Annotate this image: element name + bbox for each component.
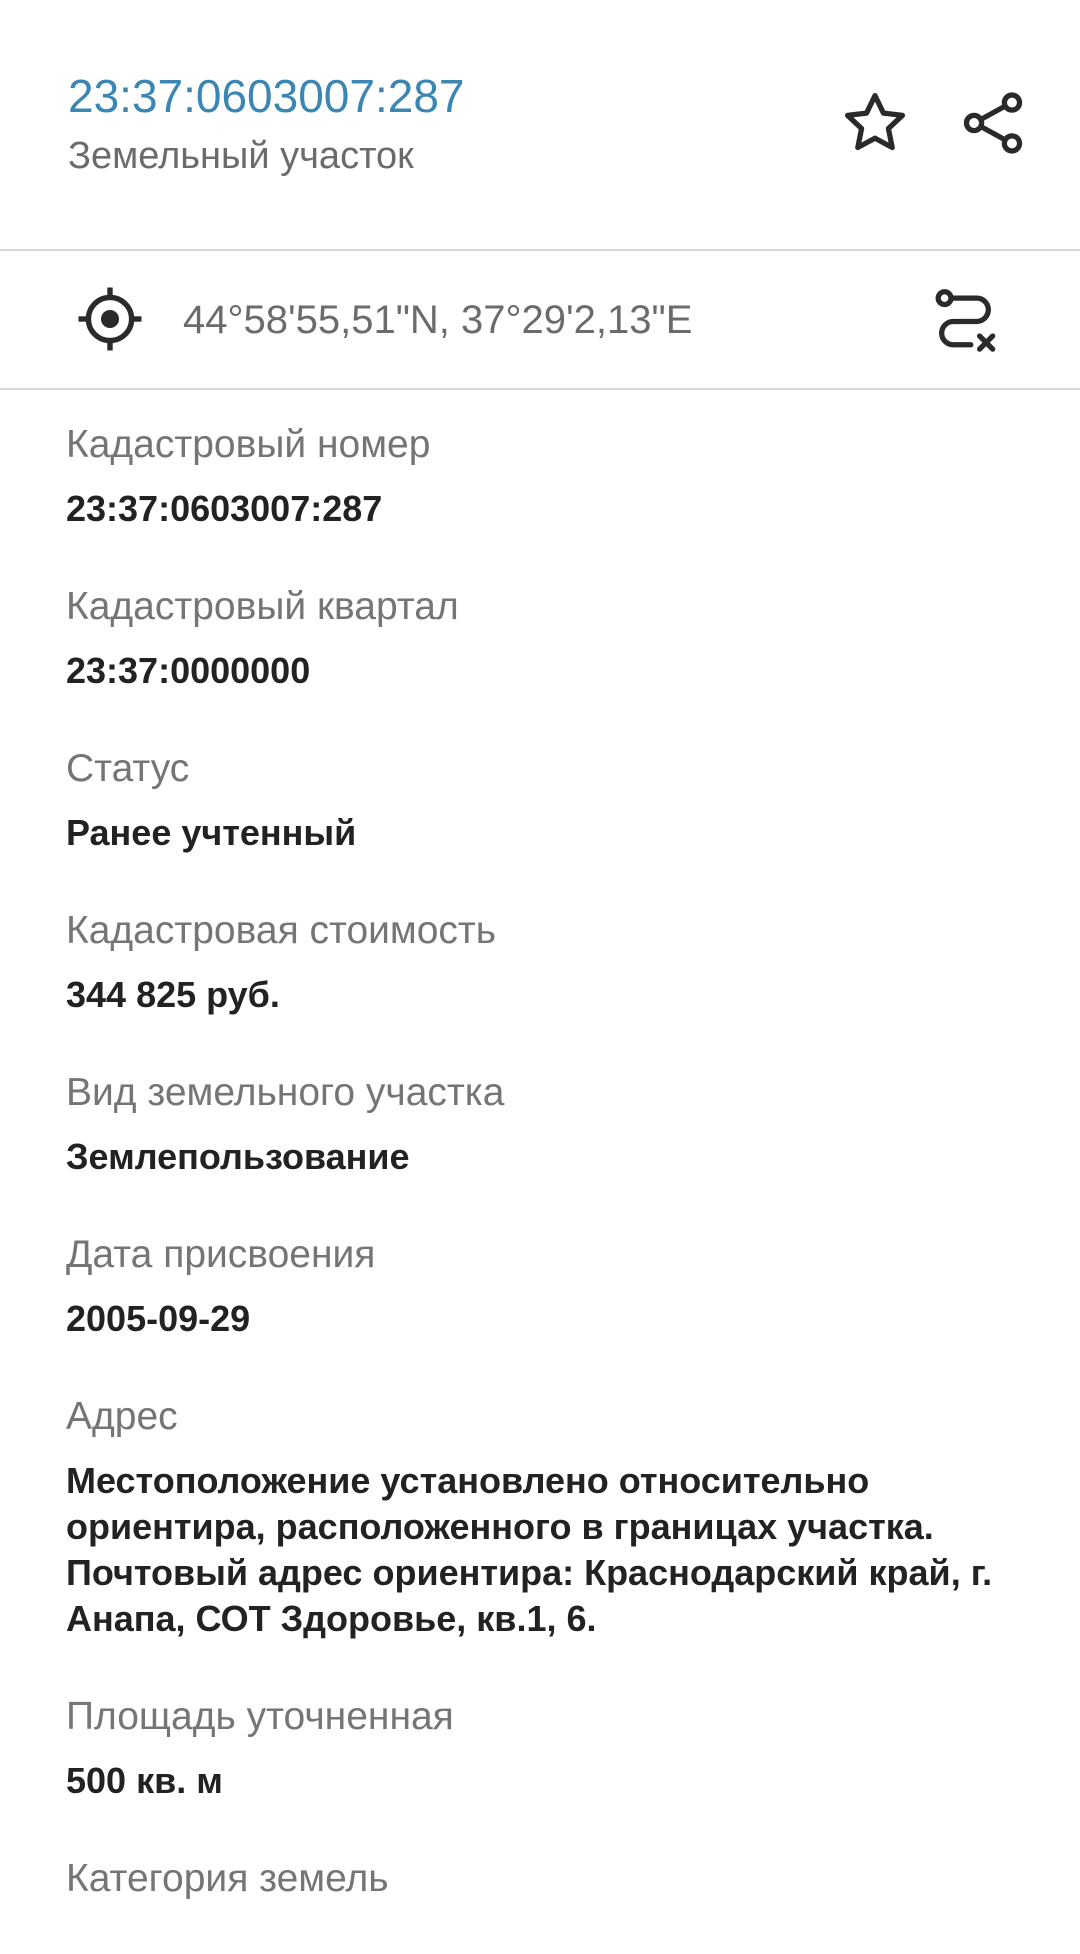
property-label: Кадастровый квартал [66,585,459,628]
property-address: Адрес Местоположение установлено относит… [66,1392,1046,1642]
property-label: Категория земель [66,1857,389,1900]
locate-button[interactable] [66,275,154,363]
property-label: Адрес [66,1395,178,1438]
property-value: 2005-09-29 [66,1298,251,1339]
coordinates-row: 44°58'55,51"N, 37°29'2,13"E [0,251,1080,388]
coordinates-text[interactable]: 44°58'55,51"N, 37°29'2,13"E [183,295,692,345]
property-label: Вид земельного участка [66,1071,505,1114]
favorite-button[interactable] [830,78,920,168]
route-clear-icon [935,289,996,352]
property-status: Статус Ранее учтенный [66,744,1046,856]
header: 23:37:0603007:287 Земельный участок [0,0,1080,250]
property-cadastral-number: Кадастровый номер 23:37:0603007:287 [66,420,1046,532]
property-land-category: Категория земель [66,1854,1046,1904]
property-value: Местоположение установлено относительно … [66,1460,993,1639]
share-button[interactable] [948,78,1038,168]
property-label: Кадастровый номер [66,423,431,466]
property-value: 500 кв. м [66,1760,223,1801]
property-value: Землепользование [66,1136,410,1177]
page-title: 23:37:0603007:287 [68,70,465,122]
properties-list: Кадастровый номер 23:37:0603007:287 Када… [66,420,1046,1954]
property-value: 23:37:0603007:287 [66,488,383,529]
route-clear-button[interactable] [922,277,1008,363]
property-value: Ранее учтенный [66,812,357,853]
coordinates-divider [0,388,1080,390]
property-assignment-date: Дата присвоения 2005-09-29 [66,1230,1046,1342]
property-land-type: Вид земельного участка Землепользование [66,1068,1046,1180]
page-subtitle: Земельный участок [68,135,414,177]
property-value: 23:37:0000000 [66,650,311,691]
property-label: Статус [66,747,190,790]
property-cadastral-quarter: Кадастровый квартал 23:37:0000000 [66,582,1046,694]
property-area: Площадь уточненная 500 кв. м [66,1692,1046,1804]
property-label: Площадь уточненная [66,1695,454,1738]
crosshair-icon [78,287,142,351]
property-cadastral-value: Кадастровая стоимость 344 825 руб. [66,906,1046,1018]
property-label: Дата присвоения [66,1233,376,1276]
star-icon [844,92,906,151]
property-label: Кадастровая стоимость [66,909,497,952]
property-value: 344 825 руб. [66,974,280,1015]
share-icon [963,92,1023,154]
